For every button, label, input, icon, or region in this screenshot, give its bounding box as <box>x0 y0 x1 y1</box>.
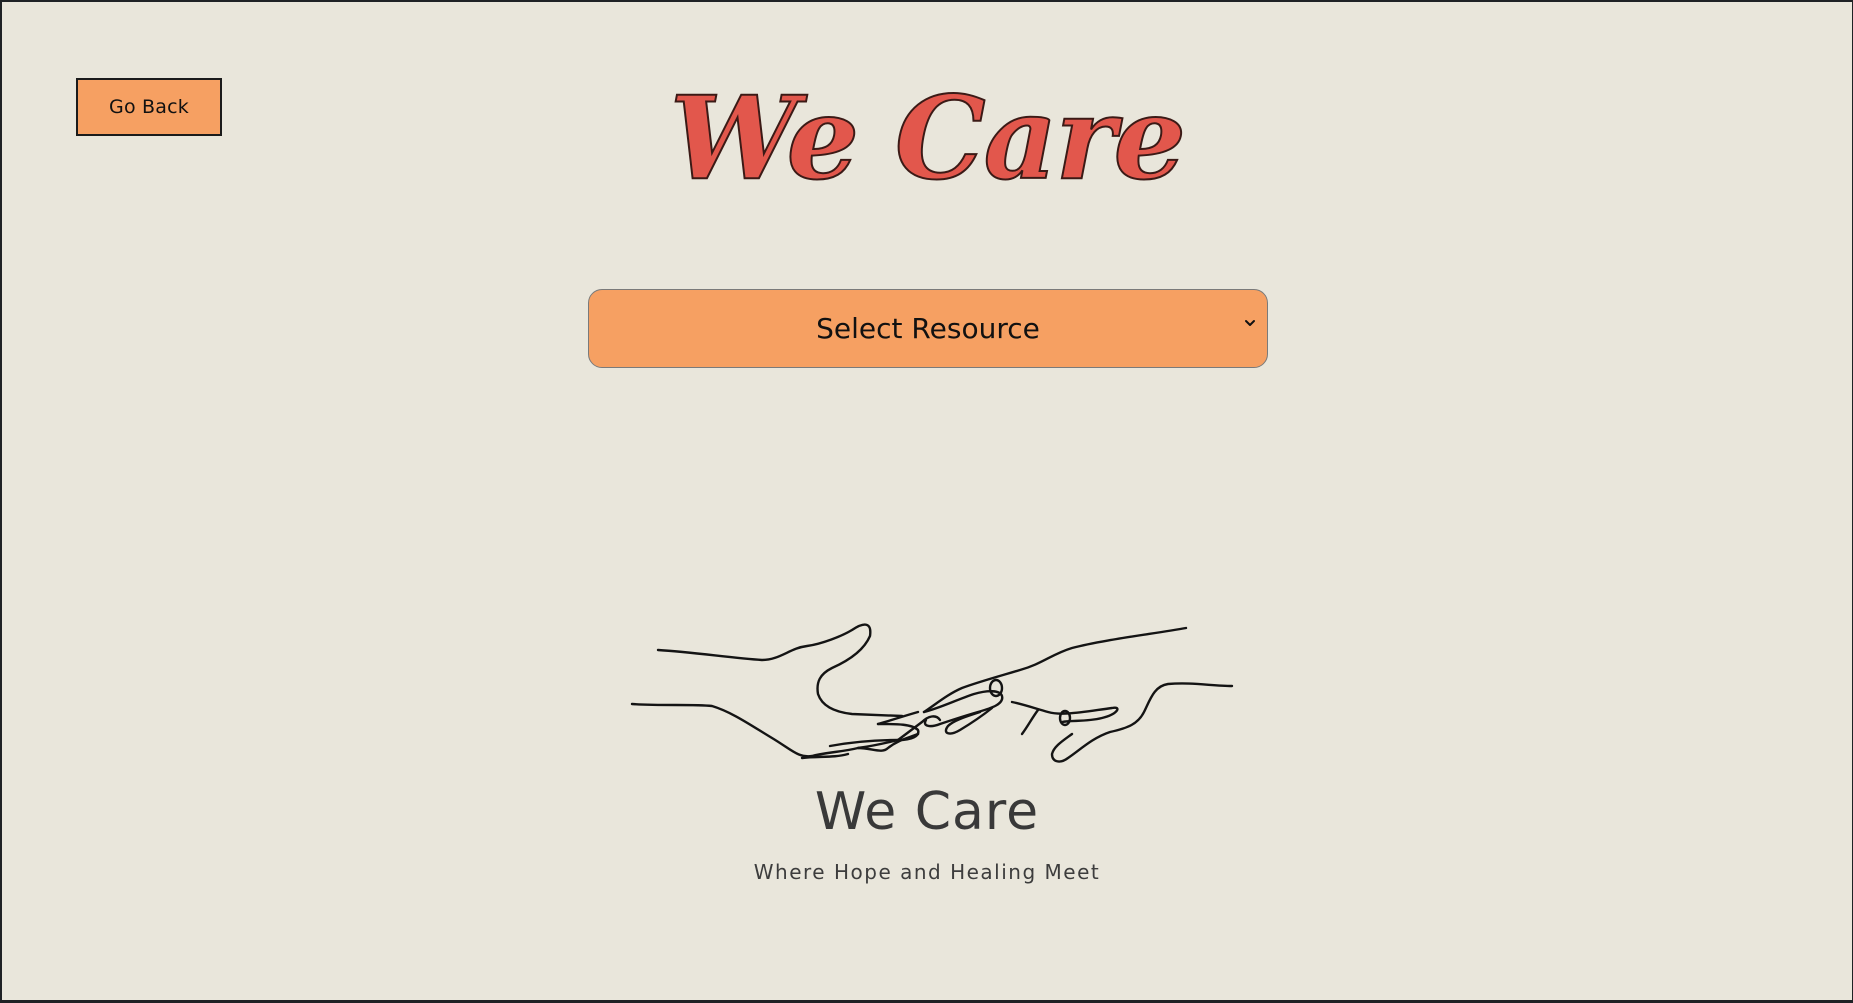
brand-logo: We Care Where Hope and Healing Meet <box>602 608 1252 908</box>
resource-select[interactable]: Select Resource <box>588 289 1268 368</box>
logo-name: We Care <box>814 782 1040 842</box>
chevron-down-icon <box>1245 320 1255 326</box>
hands-reaching-icon <box>630 623 1234 763</box>
resource-select-value: Select Resource <box>816 312 1040 345</box>
logo-tagline: Where Hope and Healing Meet <box>753 860 1101 884</box>
page-viewport: Go Back We Care Select Resource We Care … <box>2 2 1852 1000</box>
page-title: We Care <box>669 70 1187 206</box>
